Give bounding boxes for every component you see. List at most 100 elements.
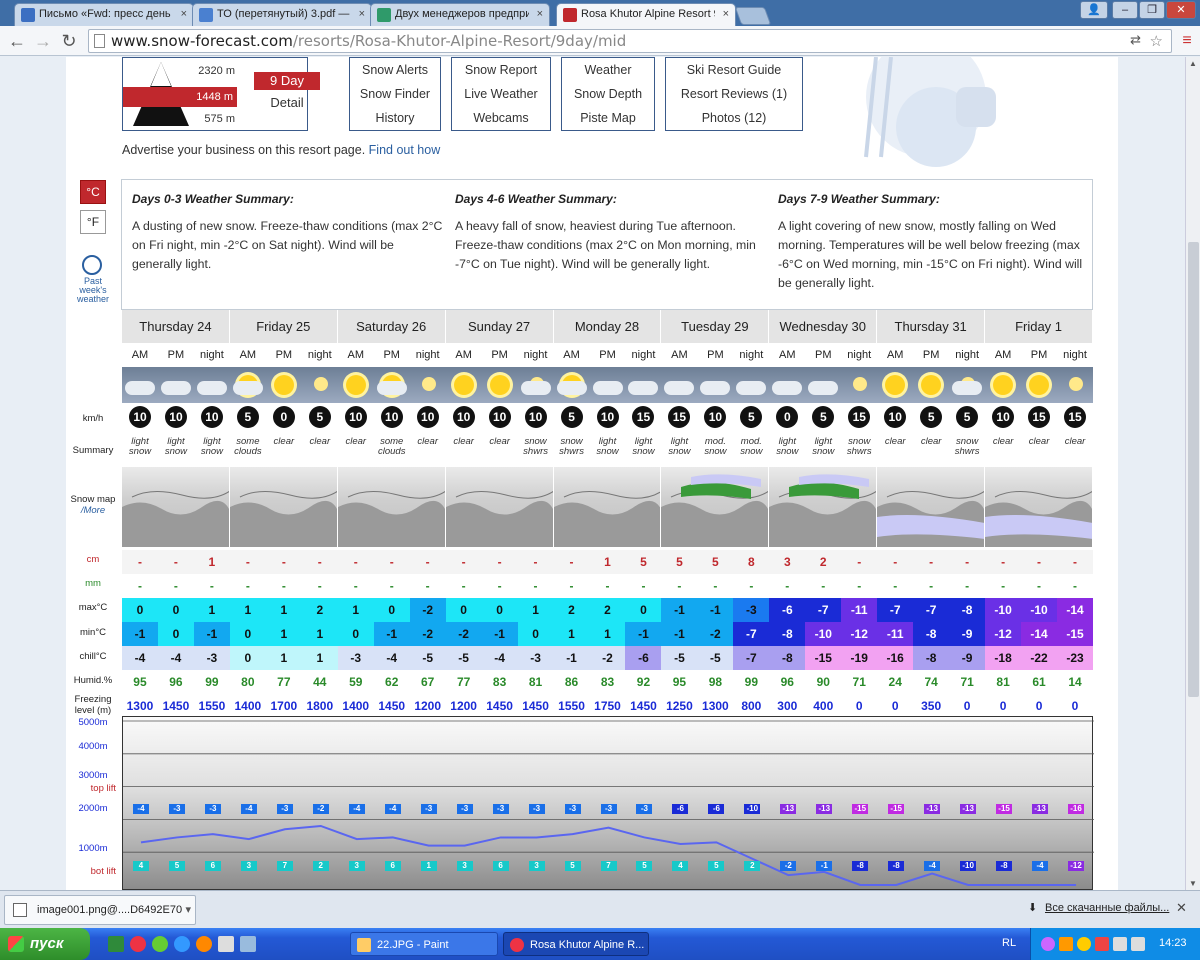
snow-map-thumbnail[interactable] bbox=[553, 467, 662, 547]
top-lift-temp: -16 bbox=[1068, 803, 1085, 814]
wind-speed: 10 bbox=[992, 406, 1015, 428]
close-icon[interactable]: × bbox=[723, 8, 729, 20]
nav-weather[interactable]: Weather bbox=[562, 58, 654, 82]
alt-top[interactable]: 2320 m bbox=[179, 65, 239, 77]
min-temp-value: 0 bbox=[337, 622, 374, 646]
scrollbar-thumb[interactable] bbox=[1188, 242, 1199, 697]
chrome-icon[interactable] bbox=[130, 936, 146, 952]
tab-pdf[interactable]: ТО (перетянутый) 3.pdf — × bbox=[192, 3, 372, 26]
close-icon[interactable]: × bbox=[181, 8, 187, 20]
network-icon[interactable] bbox=[1113, 937, 1127, 951]
back-icon[interactable]: ← bbox=[6, 30, 28, 52]
nav-resort-reviews[interactable]: Resort Reviews (1) bbox=[666, 82, 802, 106]
task-chrome[interactable]: Rosa Khutor Alpine R... bbox=[503, 932, 649, 956]
reload-icon[interactable]: ↻ bbox=[58, 30, 80, 52]
tray-icon[interactable] bbox=[1095, 937, 1109, 951]
ie-icon[interactable] bbox=[174, 936, 190, 952]
chevron-down-icon[interactable]: ▾ bbox=[185, 896, 191, 924]
excel-icon[interactable] bbox=[108, 936, 124, 952]
scroll-down-icon[interactable]: ▼ bbox=[1189, 879, 1197, 888]
rain-mm-value: - bbox=[229, 574, 266, 598]
snow-map-thumbnail[interactable] bbox=[445, 467, 554, 547]
snow-cm-value: 5 bbox=[625, 550, 662, 574]
clock-icon[interactable] bbox=[82, 255, 102, 275]
start-button[interactable]: пуск bbox=[0, 928, 90, 960]
find-out-how-link[interactable]: Find out how bbox=[369, 143, 441, 157]
humidity-value: 92 bbox=[625, 670, 662, 694]
new-tab-button[interactable] bbox=[734, 7, 772, 25]
download-item[interactable]: image001.png@....D6492E70 ▾ bbox=[4, 895, 196, 925]
nav-snow-finder[interactable]: Snow Finder bbox=[350, 82, 440, 106]
day-header[interactable]: Sunday 27 bbox=[445, 310, 554, 343]
day-header[interactable]: Friday 25 bbox=[229, 310, 338, 343]
star-icon[interactable]: ☆ bbox=[1150, 30, 1163, 52]
day-header[interactable]: Monday 28 bbox=[553, 310, 662, 343]
tray-icon[interactable] bbox=[1077, 937, 1091, 951]
day-header[interactable]: Saturday 26 bbox=[337, 310, 446, 343]
nav-webcams[interactable]: Webcams bbox=[452, 106, 550, 130]
tab-email[interactable]: Письмо «Fwd: пресс день я × bbox=[14, 3, 194, 26]
minimize-button[interactable]: – bbox=[1112, 1, 1138, 19]
alt-mid[interactable]: 1448 m bbox=[123, 87, 237, 107]
firefox-icon[interactable] bbox=[196, 936, 212, 952]
user-icon[interactable]: 👤 bbox=[1080, 1, 1108, 19]
task-paint[interactable]: 22.JPG - Paint bbox=[350, 932, 498, 956]
nav-photos[interactable]: Photos (12) bbox=[666, 106, 802, 130]
nav-snow-report[interactable]: Snow Report bbox=[452, 58, 550, 82]
close-window-button[interactable]: ✕ bbox=[1166, 1, 1196, 19]
snow-cm-value: - bbox=[265, 550, 302, 574]
app-icon[interactable] bbox=[152, 936, 168, 952]
close-icon[interactable]: ✕ bbox=[1176, 900, 1187, 916]
nav-snow-alerts[interactable]: Snow Alerts bbox=[350, 58, 440, 82]
window-icon[interactable] bbox=[240, 936, 256, 952]
nav-piste-map[interactable]: Piste Map bbox=[562, 106, 654, 130]
day-header[interactable]: Thursday 24 bbox=[122, 310, 230, 343]
summary-days-7-9: Days 7-9 Weather Summary: A light coveri… bbox=[778, 192, 1083, 290]
nav-history[interactable]: History bbox=[350, 106, 440, 130]
humidity-value: 86 bbox=[553, 670, 590, 694]
snowmap-more-link[interactable]: /More bbox=[66, 505, 120, 516]
all-downloads-link[interactable]: Все скачанные файлы... bbox=[1045, 902, 1169, 914]
snow-map-thumbnail[interactable] bbox=[985, 467, 1093, 547]
url-input[interactable]: www.snow-forecast.com/resorts/Rosa-Khuto… bbox=[88, 29, 1172, 53]
scrollbar[interactable]: ▲ ▼ bbox=[1185, 57, 1200, 890]
save-icon[interactable] bbox=[218, 936, 234, 952]
language-indicator[interactable]: RL bbox=[1002, 937, 1016, 949]
maximize-button[interactable]: ❐ bbox=[1139, 1, 1165, 19]
max-temp-value: -10 bbox=[1021, 598, 1058, 622]
nine-day-badge[interactable]: 9 Day bbox=[254, 72, 320, 90]
day-header[interactable]: Friday 1 bbox=[985, 310, 1093, 343]
menu-icon[interactable]: ≡ bbox=[1176, 30, 1198, 52]
tab-article[interactable]: Двух менеджеров предпри × bbox=[370, 3, 550, 26]
skier-graphic bbox=[864, 57, 996, 167]
wind-speed: 10 bbox=[164, 406, 187, 428]
day-header[interactable]: Tuesday 29 bbox=[661, 310, 770, 343]
forward-icon[interactable]: → bbox=[32, 30, 54, 52]
celsius-button[interactable]: °C bbox=[80, 180, 106, 204]
nav-snow-depth[interactable]: Snow Depth bbox=[562, 82, 654, 106]
snow-map-thumbnail[interactable] bbox=[337, 467, 446, 547]
day-header[interactable]: Thursday 31 bbox=[877, 310, 986, 343]
snow-map-thumbnail[interactable] bbox=[661, 467, 770, 547]
tray-icon[interactable] bbox=[1041, 937, 1055, 951]
freezing-level-line bbox=[140, 824, 1077, 886]
nav-live-weather[interactable]: Live Weather bbox=[452, 82, 550, 106]
nav-resort-guide[interactable]: Ski Resort Guide bbox=[666, 58, 802, 82]
scroll-up-icon[interactable]: ▲ bbox=[1189, 59, 1197, 68]
tray-icon[interactable] bbox=[1059, 937, 1073, 951]
tab-snow-forecast[interactable]: Rosa Khutor Alpine Resort 9 × bbox=[556, 3, 736, 27]
snow-map-thumbnail[interactable] bbox=[229, 467, 338, 547]
fahrenheit-button[interactable]: °F bbox=[80, 210, 106, 234]
snow-map-thumbnail[interactable] bbox=[877, 467, 986, 547]
snow-map-thumbnail[interactable] bbox=[122, 467, 230, 547]
alt-bottom[interactable]: 575 m bbox=[179, 113, 239, 125]
volume-icon[interactable] bbox=[1131, 937, 1145, 951]
bottom-lift-temp: 5 bbox=[564, 861, 581, 872]
translate-icon[interactable]: ⇄ bbox=[1130, 30, 1141, 52]
close-icon[interactable]: × bbox=[537, 8, 543, 20]
nav-box-weather: Weather Snow Depth Piste Map bbox=[561, 57, 655, 131]
past-week-link[interactable]: Past week's weather bbox=[70, 277, 116, 304]
close-icon[interactable]: × bbox=[359, 8, 365, 20]
snow-map-thumbnail[interactable] bbox=[769, 467, 878, 547]
day-header[interactable]: Wednesday 30 bbox=[769, 310, 878, 343]
